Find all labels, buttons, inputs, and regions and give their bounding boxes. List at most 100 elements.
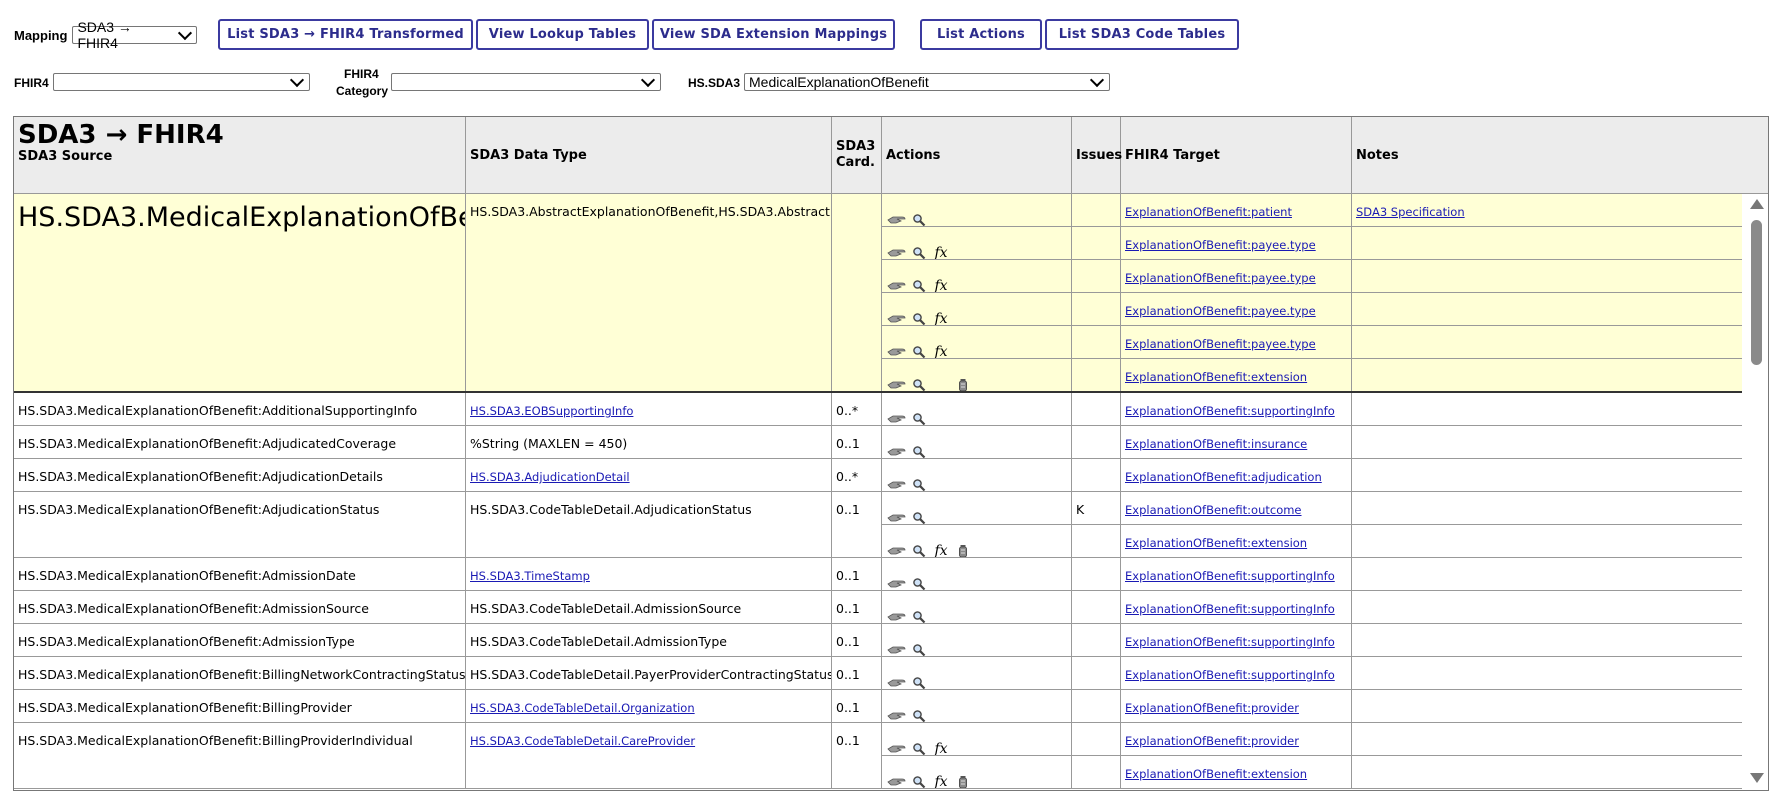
function-fx-icon[interactable]: fx <box>930 774 952 788</box>
list-actions-button[interactable]: List Actions <box>920 19 1042 50</box>
fhir-target-link[interactable]: ExplanationOfBenefit:patient <box>1125 205 1292 219</box>
fhir-target-link[interactable]: ExplanationOfBenefit:supportingInfo <box>1125 569 1335 583</box>
category-filter-select[interactable] <box>391 72 661 91</box>
datatype-link[interactable]: HS.SDA3.TimeStamp <box>470 569 590 583</box>
table-row-target-cell: ExplanationOfBenefit:supportingInfo <box>1121 624 1352 657</box>
lookup-jar-icon[interactable] <box>952 774 974 788</box>
list-code-tables-button[interactable]: List SDA3 Code Tables <box>1045 19 1239 50</box>
inspect-magnifier-icon[interactable] <box>908 311 930 325</box>
fhir-target-link[interactable]: ExplanationOfBenefit:payee.type <box>1125 238 1316 252</box>
inspect-magnifier-icon[interactable] <box>908 344 930 358</box>
transform-hand-icon[interactable] <box>886 377 908 391</box>
transform-hand-icon[interactable] <box>886 708 908 722</box>
transform-hand-icon[interactable] <box>886 510 908 524</box>
function-fx-icon[interactable]: fx <box>930 278 952 292</box>
table-row-notes-cell <box>1352 492 1743 525</box>
highlight-notes-cell <box>1352 326 1743 359</box>
view-lookup-tables-button[interactable]: View Lookup Tables <box>476 19 649 50</box>
function-fx-icon[interactable]: fx <box>930 543 952 557</box>
fhir-target-link[interactable]: ExplanationOfBenefit:payee.type <box>1125 271 1316 285</box>
fhir-target-link[interactable]: ExplanationOfBenefit:supportingInfo <box>1125 602 1335 616</box>
table-row-card-cell: 0..1 <box>832 690 882 723</box>
fhir-target-link[interactable]: ExplanationOfBenefit:supportingInfo <box>1125 404 1335 418</box>
fhir-target-link[interactable]: ExplanationOfBenefit:provider <box>1125 734 1299 748</box>
scrollbar-thumb[interactable] <box>1751 220 1762 365</box>
source-text: HS.SDA3.MedicalExplanationOfBenefit:Admi… <box>18 568 356 583</box>
fhir-target-link[interactable]: ExplanationOfBenefit:supportingInfo <box>1125 668 1335 682</box>
table-title: SDA3 → FHIR4 <box>18 120 224 150</box>
fhir-target-link[interactable]: ExplanationOfBenefit:supportingInfo <box>1125 635 1335 649</box>
datatype-link[interactable]: HS.SDA3.EOBSupportingInfo <box>470 404 633 418</box>
list-transformed-button[interactable]: List SDA3 → FHIR4 Transformed <box>218 19 473 50</box>
action-spacer <box>930 377 952 391</box>
fhir-target-link[interactable]: ExplanationOfBenefit:provider <box>1125 701 1299 715</box>
highlight-actions-cell <box>882 194 1072 227</box>
table-row-notes-cell <box>1352 723 1743 756</box>
fhir-target-link[interactable]: ExplanationOfBenefit:payee.type <box>1125 304 1316 318</box>
lookup-jar-icon[interactable] <box>952 543 974 557</box>
transform-hand-icon[interactable] <box>886 675 908 689</box>
inspect-magnifier-icon[interactable] <box>908 411 930 425</box>
inspect-magnifier-icon[interactable] <box>908 708 930 722</box>
transform-hand-icon[interactable] <box>886 774 908 788</box>
transform-hand-icon[interactable] <box>886 311 908 325</box>
transform-hand-icon[interactable] <box>886 543 908 557</box>
fhir-target-link[interactable]: ExplanationOfBenefit:adjudication <box>1125 470 1322 484</box>
function-fx-icon[interactable]: fx <box>930 245 952 259</box>
actions-icons: fx <box>886 766 1067 788</box>
inspect-magnifier-icon[interactable] <box>908 444 930 458</box>
scroll-down-icon[interactable] <box>1750 773 1764 783</box>
inspect-magnifier-icon[interactable] <box>908 477 930 491</box>
fhir-target-link[interactable]: ExplanationOfBenefit:payee.type <box>1125 337 1316 351</box>
view-sda-extension-mappings-button[interactable]: View SDA Extension Mappings <box>652 19 895 50</box>
function-fx-icon[interactable]: fx <box>930 344 952 358</box>
inspect-magnifier-icon[interactable] <box>908 278 930 292</box>
table-row-notes-cell <box>1352 690 1743 723</box>
transform-hand-icon[interactable] <box>886 642 908 656</box>
inspect-magnifier-icon[interactable] <box>908 675 930 689</box>
inspect-magnifier-icon[interactable] <box>908 510 930 524</box>
scroll-up-icon[interactable] <box>1750 199 1764 209</box>
source-text: HS.SDA3.MedicalExplanationOfBenefit:Addi… <box>18 403 418 418</box>
lookup-jar-icon[interactable] <box>952 377 974 391</box>
transform-hand-icon[interactable] <box>886 576 908 590</box>
datatype-link[interactable]: HS.SDA3.AdjudicationDetail <box>470 470 630 484</box>
table-row-datatype-cell: HS.SDA3.CodeTableDetail.AdjudicationStat… <box>466 492 832 558</box>
table-row-source-cell: HS.SDA3.MedicalExplanationOfBenefit:Adju… <box>14 492 466 558</box>
inspect-magnifier-icon[interactable] <box>908 609 930 623</box>
inspect-magnifier-icon[interactable] <box>908 741 930 755</box>
inspect-magnifier-icon[interactable] <box>908 642 930 656</box>
inspect-magnifier-icon[interactable] <box>908 212 930 226</box>
sda3-specification-link[interactable]: SDA3 Specification <box>1356 205 1465 219</box>
inspect-magnifier-icon[interactable] <box>908 576 930 590</box>
datatype-link[interactable]: HS.SDA3.CodeTableDetail.Organization <box>470 701 695 715</box>
transform-hand-icon[interactable] <box>886 477 908 491</box>
transform-hand-icon[interactable] <box>886 609 908 623</box>
fhir-target-link[interactable]: ExplanationOfBenefit:extension <box>1125 536 1307 550</box>
inspect-magnifier-icon[interactable] <box>908 543 930 557</box>
inspect-magnifier-icon[interactable] <box>908 245 930 259</box>
mapping-select[interactable]: SDA3 → FHIR4 <box>72 19 198 51</box>
vertical-scrollbar[interactable] <box>1742 194 1768 790</box>
table-row-issues-cell <box>1072 558 1121 591</box>
fhir-target-link[interactable]: ExplanationOfBenefit:extension <box>1125 370 1307 384</box>
highlight-issues-cell <box>1072 359 1121 392</box>
transform-hand-icon[interactable] <box>886 278 908 292</box>
fhir4-filter-select[interactable] <box>53 72 310 91</box>
transform-hand-icon[interactable] <box>886 245 908 259</box>
inspect-magnifier-icon[interactable] <box>908 377 930 391</box>
inspect-magnifier-icon[interactable] <box>908 774 930 788</box>
function-fx-icon[interactable]: fx <box>930 741 952 755</box>
transform-hand-icon[interactable] <box>886 344 908 358</box>
actions-icons: fx <box>886 303 1067 325</box>
transform-hand-icon[interactable] <box>886 741 908 755</box>
datatype-link[interactable]: HS.SDA3.CodeTableDetail.CareProvider <box>470 734 695 748</box>
transform-hand-icon[interactable] <box>886 411 908 425</box>
function-fx-icon[interactable]: fx <box>930 311 952 325</box>
sda3-filter-select[interactable]: MedicalExplanationOfBenefit <box>744 72 1110 91</box>
fhir-target-link[interactable]: ExplanationOfBenefit:insurance <box>1125 437 1307 451</box>
transform-hand-icon[interactable] <box>886 444 908 458</box>
transform-hand-icon[interactable] <box>886 212 908 226</box>
fhir-target-link[interactable]: ExplanationOfBenefit:outcome <box>1125 503 1302 517</box>
fhir-target-link[interactable]: ExplanationOfBenefit:extension <box>1125 767 1307 781</box>
